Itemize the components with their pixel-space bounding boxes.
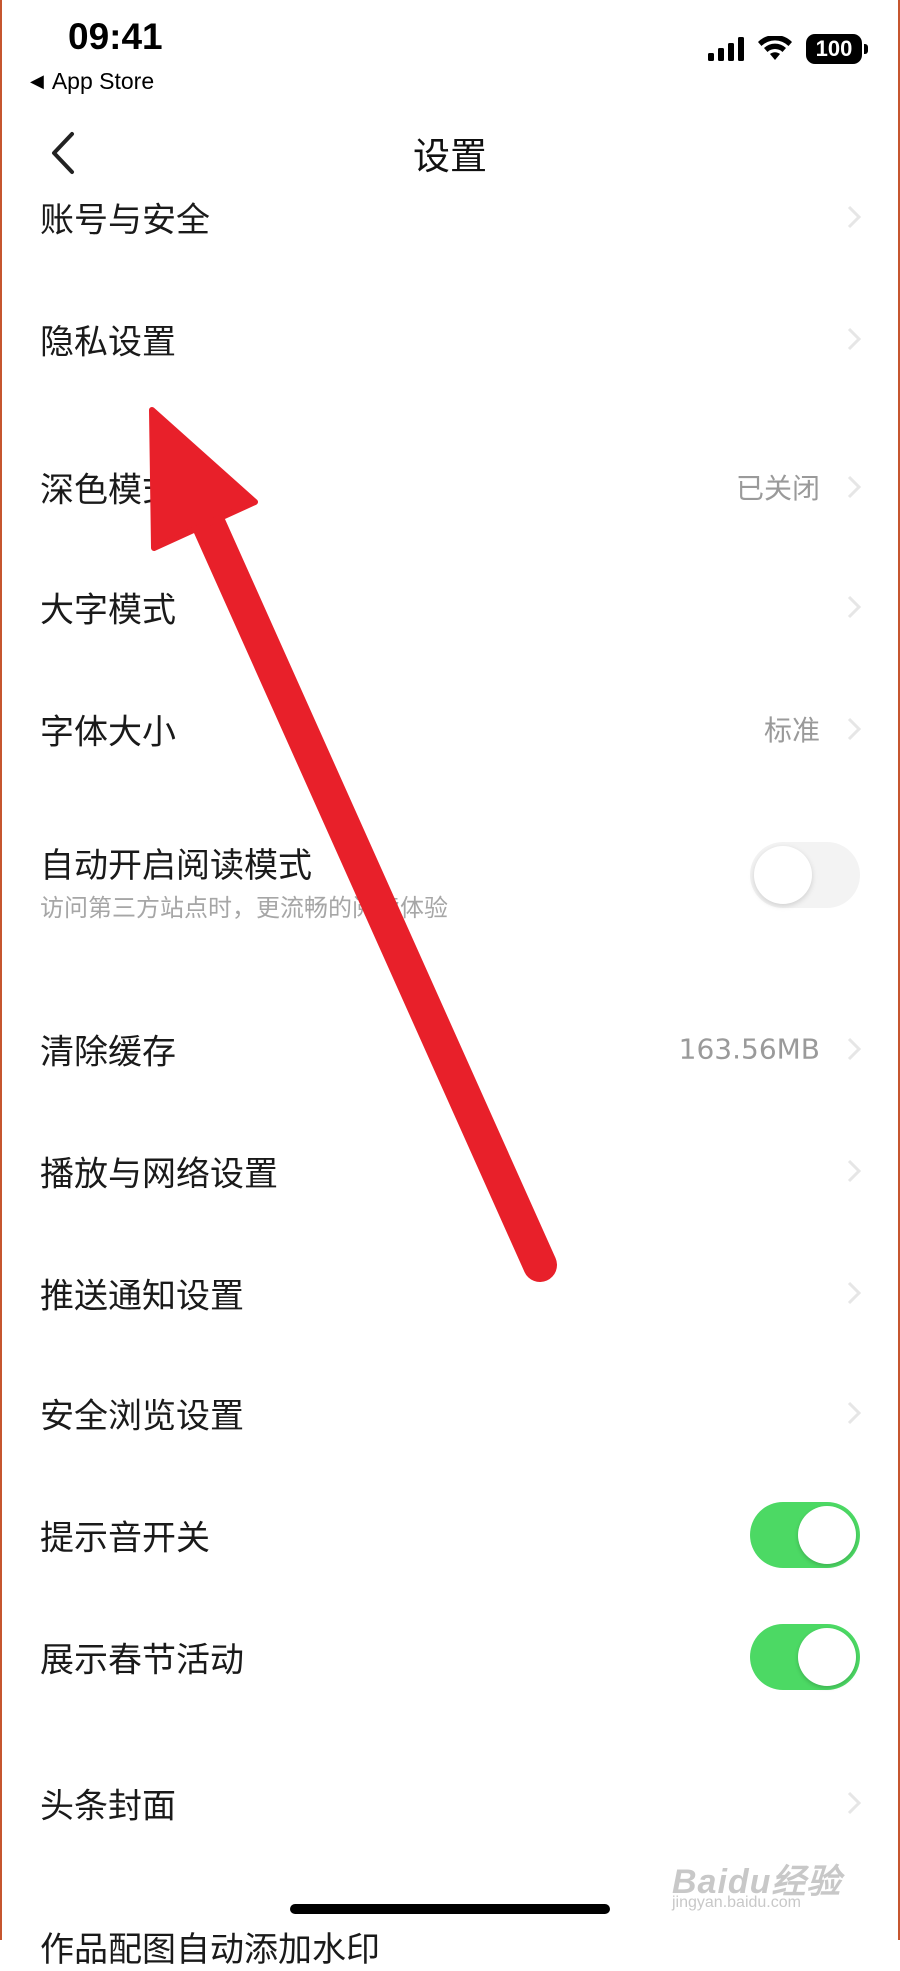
settings-row-auto-reader-mode: 自动开启阅读模式 访问第三方站点时，更流畅的阅读体验: [0, 810, 900, 940]
row-label: 播放与网络设置: [40, 1154, 278, 1195]
chevron-right-icon: [847, 717, 862, 741]
back-triangle-icon: ◀: [30, 71, 44, 91]
status-icons: 100: [708, 34, 868, 64]
settings-row-toutiao-cover[interactable]: 头条封面: [0, 1758, 900, 1848]
settings-row-large-text[interactable]: 大字模式: [0, 562, 900, 652]
cellular-signal-icon: [708, 37, 744, 61]
alert-sound-toggle[interactable]: [750, 1502, 860, 1568]
settings-row-push-notifications[interactable]: 推送通知设置: [0, 1248, 900, 1338]
row-label: 隐私设置: [40, 322, 176, 363]
battery-icon: 100: [806, 34, 868, 64]
back-app-label: App Store: [51, 68, 155, 94]
chevron-right-icon: [847, 1791, 862, 1815]
settings-row-font-size[interactable]: 字体大小 标准: [0, 684, 900, 774]
settings-row-account-security[interactable]: 账号与安全: [0, 172, 900, 262]
settings-row-auto-watermark[interactable]: 作品配图自动添加水印: [40, 1922, 380, 1971]
row-label: 深色模式: [40, 470, 176, 511]
row-label: 推送通知设置: [40, 1276, 244, 1317]
spring-festival-toggle[interactable]: [750, 1624, 860, 1690]
row-label: 安全浏览设置: [40, 1396, 244, 1437]
settings-row-dark-mode[interactable]: 深色模式 已关闭: [0, 442, 900, 532]
back-to-app-link[interactable]: ◀ App Store: [30, 68, 154, 95]
status-time: 09:41: [68, 16, 163, 57]
row-label: 头条封面: [40, 1786, 176, 1827]
settings-row-safe-browsing[interactable]: 安全浏览设置: [0, 1368, 900, 1458]
chevron-right-icon: [847, 475, 862, 499]
chevron-right-icon: [847, 205, 862, 229]
toggle-knob: [798, 1506, 856, 1564]
toggle-knob: [798, 1628, 856, 1686]
row-label: 自动开启阅读模式: [40, 846, 312, 886]
row-value: 163.56MB: [678, 1032, 820, 1066]
row-label: 大字模式: [40, 590, 176, 631]
settings-row-playback-network[interactable]: 播放与网络设置: [0, 1126, 900, 1216]
chevron-right-icon: [847, 1037, 862, 1061]
row-label: 提示音开关: [40, 1518, 210, 1559]
wifi-icon: [758, 36, 792, 60]
row-value: 标准: [763, 714, 820, 747]
settings-row-alert-sound: 提示音开关: [0, 1490, 900, 1580]
row-label: 字体大小: [40, 712, 176, 753]
chevron-right-icon: [847, 1401, 862, 1425]
row-label: 展示春节活动: [40, 1640, 244, 1681]
row-label: 账号与安全: [40, 200, 210, 241]
chevron-right-icon: [847, 327, 862, 351]
watermark-url: jingyan.baidu.com: [672, 1894, 801, 1911]
row-subtitle: 访问第三方站点时，更流畅的阅读体验: [40, 894, 448, 922]
chevron-right-icon: [847, 1281, 862, 1305]
settings-row-clear-cache[interactable]: 清除缓存 163.56MB: [0, 1004, 900, 1094]
chevron-right-icon: [847, 595, 862, 619]
reader-mode-toggle[interactable]: [750, 842, 860, 908]
settings-row-spring-festival: 展示春节活动: [0, 1612, 900, 1702]
chevron-right-icon: [847, 1159, 862, 1183]
baidu-jingyan-watermark: Baidu经验 jingyan.baidu.com: [672, 1840, 852, 1911]
toggle-knob: [754, 846, 812, 904]
row-label: 清除缓存: [40, 1032, 176, 1073]
settings-row-privacy[interactable]: 隐私设置: [0, 294, 900, 384]
home-indicator: [290, 1904, 610, 1914]
row-value: 已关闭: [735, 472, 820, 505]
